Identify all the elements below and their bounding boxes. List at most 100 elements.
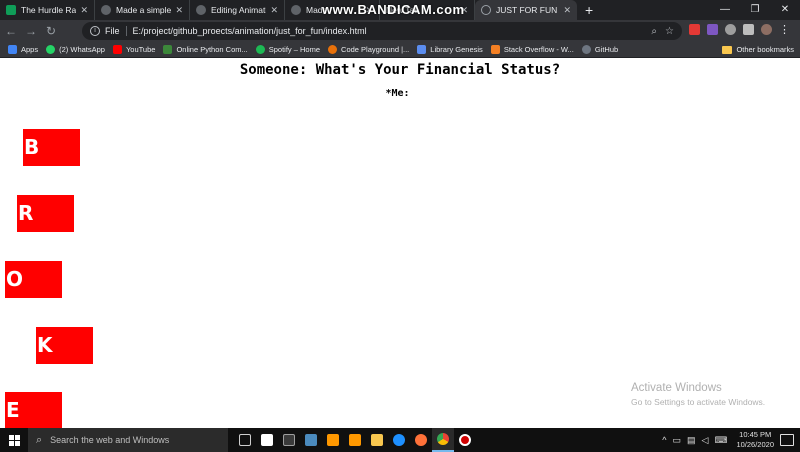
bookmark-stack-overflow[interactable]: Stack Overflow - W... (490, 45, 574, 54)
bookmarks-bar: Apps (2) WhatsApp YouTube Online Python … (0, 42, 800, 58)
keyboard-icon[interactable]: ⌨ (714, 435, 727, 446)
clock-time: 10:45 PM (739, 430, 772, 439)
apps-grid-icon (8, 45, 17, 54)
library-icon (417, 45, 427, 54)
activation-title: Activate Windows (631, 382, 722, 394)
firefox-icon[interactable] (410, 428, 432, 452)
notification-icon[interactable] (780, 434, 794, 446)
globe-icon (481, 5, 491, 15)
windows-taskbar: ⌕ Search the web and Windows ^ ▭ ▤ ◁ ⌨ 1… (0, 428, 800, 452)
close-icon[interactable]: ✕ (563, 5, 571, 16)
tab-editing-animation[interactable]: Editing Animation ✕ (190, 0, 285, 20)
activate-windows-watermark: Activate Windows Go to Settings to activ… (631, 382, 765, 407)
bookmark-label: Library Genesis (430, 45, 483, 54)
bookmark-label: Code Playground |... (341, 45, 410, 54)
sublime-icon[interactable] (322, 428, 344, 452)
edge-icon[interactable] (388, 428, 410, 452)
url-text[interactable]: E:/project/github_proects/animation/just… (133, 26, 652, 36)
taskbar-search[interactable]: ⌕ Search the web and Windows (28, 428, 228, 452)
system-tray: ^ ▭ ▤ ◁ ⌨ 10:45 PM 10/26/2020 (659, 428, 800, 452)
spotify-icon (255, 45, 265, 54)
other-bookmarks[interactable]: Other bookmarks (722, 45, 794, 54)
bookmark-library-genesis[interactable]: Library Genesis (417, 45, 483, 54)
tab-label: JUST FOR FUN (496, 5, 558, 15)
new-tab-button[interactable]: + (577, 0, 601, 20)
github-icon (581, 45, 591, 54)
bookmark-github[interactable]: GitHub (581, 45, 619, 54)
letter-box-o: O (5, 261, 62, 298)
page-viewport: Someone: What's Your Financial Status? *… (0, 58, 800, 428)
url-scheme: File (105, 26, 120, 36)
sublime-text-icon[interactable] (344, 428, 366, 452)
bookmark-spotify[interactable]: Spotify – Home (255, 45, 320, 54)
reload-icon[interactable]: ↻ (42, 24, 60, 38)
letter-box-r: R (17, 195, 74, 232)
clock[interactable]: 10:45 PM 10/26/2020 (736, 430, 774, 450)
extension-red-icon[interactable] (689, 24, 700, 35)
avatar[interactable] (761, 24, 772, 35)
start-button[interactable] (0, 428, 28, 452)
network-icon[interactable]: ▤ (687, 435, 696, 446)
youtube-icon (112, 45, 122, 54)
address-bar[interactable]: i File E:/project/github_proects/animati… (82, 22, 682, 40)
stackoverflow-icon (490, 45, 500, 54)
tab-label: The Hurdle Race | (21, 5, 77, 15)
close-icon[interactable]: ✕ (175, 5, 183, 16)
bandicam-record-icon[interactable] (454, 428, 476, 452)
store-icon[interactable] (256, 428, 278, 452)
bookmark-label: Stack Overflow - W... (503, 45, 574, 54)
volume-icon[interactable]: ◁ (702, 435, 709, 446)
info-icon[interactable]: i (90, 26, 100, 36)
terminal-icon[interactable] (278, 428, 300, 452)
tab-just-for-fun[interactable]: JUST FOR FUN ✕ (475, 0, 577, 20)
tab-made-simple[interactable]: Made a simple mi ✕ (95, 0, 190, 20)
puzzle-icon[interactable] (743, 24, 754, 35)
bookmark-whatsapp[interactable]: (2) WhatsApp (46, 45, 105, 54)
task-view-icon[interactable] (234, 428, 256, 452)
window-controls: — ❐ ✕ (710, 0, 800, 20)
bookmark-label: GitHub (594, 45, 619, 54)
back-arrow-icon[interactable]: ← (2, 24, 20, 38)
github-icon (101, 5, 111, 15)
taskbar-apps (234, 428, 476, 452)
extension-purple-icon[interactable] (707, 24, 718, 35)
other-bookmarks-label: Other bookmarks (736, 45, 794, 54)
letter-box-b: B (23, 129, 80, 166)
bookmark-youtube[interactable]: YouTube (112, 45, 155, 54)
letter-box-k: K (36, 327, 93, 364)
python-idle-icon[interactable] (300, 428, 322, 452)
folder-icon (722, 45, 733, 54)
green-tab-icon (6, 5, 16, 15)
extension-cloud-icon[interactable] (725, 24, 736, 35)
battery-icon[interactable]: ▭ (673, 435, 682, 446)
browser-toolbar: ← → ↻ i File E:/project/github_proects/a… (0, 20, 800, 42)
bookmark-label: Apps (21, 45, 39, 54)
star-icon[interactable]: ☆ (665, 26, 674, 37)
github-icon (291, 5, 301, 15)
maximize-button[interactable]: ❐ (740, 0, 770, 20)
forward-arrow-icon[interactable]: → (22, 24, 40, 38)
chevron-up-icon[interactable]: ^ (662, 435, 666, 445)
tab-label: Made a simple mi (116, 5, 172, 15)
bookmark-code-playground[interactable]: Code Playground |... (328, 45, 409, 54)
close-icon[interactable]: ✕ (270, 5, 278, 16)
file-explorer-icon[interactable] (366, 428, 388, 452)
bookmark-apps[interactable]: Apps (8, 45, 38, 54)
python-icon (163, 45, 173, 54)
bookmark-label: (2) WhatsApp (59, 45, 105, 54)
bandicam-watermark: www.BANDICAM.com (322, 2, 465, 17)
tab-hurdle-race[interactable]: The Hurdle Race | ✕ (0, 0, 95, 20)
chrome-icon[interactable] (432, 428, 454, 452)
minimize-button[interactable]: — (710, 0, 740, 20)
close-window-button[interactable]: ✕ (770, 0, 800, 20)
search-placeholder: Search the web and Windows (50, 435, 170, 445)
close-icon[interactable]: ✕ (80, 5, 88, 16)
page-subtitle: *Me: (385, 88, 410, 99)
extensions-area: ⋮ (689, 23, 790, 36)
bookmark-label: Online Python Com... (176, 45, 248, 54)
page-title: Someone: What's Your Financial Status? (239, 62, 561, 78)
bookmark-online-python[interactable]: Online Python Com... (163, 45, 248, 54)
whatsapp-icon (46, 45, 56, 54)
search-icon[interactable]: ⌕ (651, 26, 657, 37)
kebab-menu-icon[interactable]: ⋮ (779, 23, 790, 36)
